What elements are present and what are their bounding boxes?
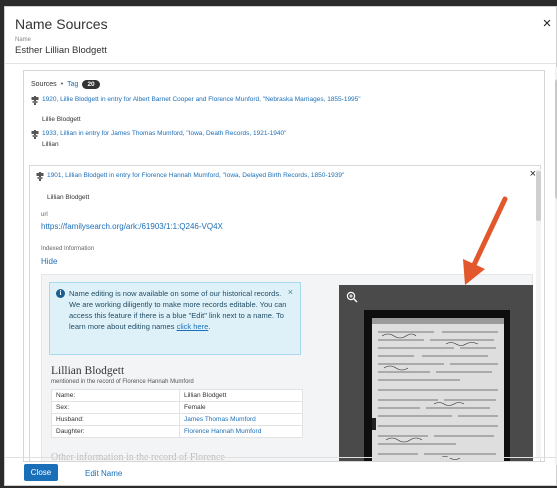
hide-link[interactable]: Hide <box>41 257 57 266</box>
husband-link[interactable]: James Thomas Mumford <box>179 413 303 426</box>
detail-value: Lillian Blodgett <box>179 389 303 402</box>
source-pin-icon <box>36 172 44 181</box>
sources-label: Sources <box>31 81 57 88</box>
source-pin-icon <box>31 96 39 105</box>
tag-link[interactable]: Tag <box>67 81 78 88</box>
person-details-table: Name: Lillian Blodgett Sex: Female Husba… <box>51 389 303 438</box>
detail-key: Sex: <box>51 401 180 414</box>
daughter-link[interactable]: Florence Hannah Mumford <box>179 425 303 438</box>
record-image-viewer[interactable] <box>339 285 533 461</box>
zoom-in-icon[interactable] <box>346 291 358 303</box>
name-label: Name <box>15 37 32 43</box>
tag-count-badge: 20 <box>82 80 100 89</box>
url-label: url <box>41 212 48 218</box>
dialog-title: Name Sources <box>15 16 108 32</box>
record-image <box>364 310 510 461</box>
source-title-link[interactable]: 1933, Lillian in entry for James Thomas … <box>42 130 382 138</box>
edit-name-button[interactable]: Edit Name <box>85 469 122 478</box>
source-title-link[interactable]: 1901, Lillian Blodgett in entry for Flor… <box>47 172 367 180</box>
person-name: Lillian Blodgett <box>51 365 125 377</box>
panel-scrollbar[interactable] <box>536 169 541 459</box>
annotation-arrow-icon <box>463 196 508 285</box>
source-item[interactable]: 1920, Lillie Blodgett in entry for Alber… <box>31 96 371 126</box>
info-icon: i <box>56 289 65 298</box>
header-divider <box>5 63 556 64</box>
detail-key: Husband: <box>51 413 180 426</box>
indexed-record-area: i × Name editing is now available on som… <box>41 274 533 461</box>
detail-value: Female <box>179 401 303 414</box>
info-banner: i × Name editing is now available on som… <box>49 282 301 355</box>
source-name: Lillian <box>42 141 59 148</box>
detail-key: Name: <box>51 389 180 402</box>
close-button[interactable]: Close <box>24 464 58 481</box>
table-row: Name: Lillian Blodgett <box>51 389 303 402</box>
info-banner-text: Name editing is now available on some of… <box>69 288 291 332</box>
source-item[interactable]: 1933, Lillian in entry for James Thomas … <box>31 130 371 152</box>
panel-scrollbar-thumb[interactable] <box>536 171 541 221</box>
person-subtitle: mentioned in the record of Florence Hann… <box>51 379 194 385</box>
footer-divider <box>5 457 556 458</box>
indexed-information-label: Indexed Information <box>41 246 95 252</box>
name-value: Esther Lillian Blodgett <box>15 45 107 56</box>
sources-header: Sources • Tag 20 <box>31 80 100 89</box>
table-row: Husband: James Thomas Mumford <box>51 413 303 426</box>
source-name: Lillian Blodgett <box>47 194 90 201</box>
detail-key: Daughter: <box>51 425 180 438</box>
info-suffix: . <box>208 322 211 331</box>
close-icon[interactable]: × <box>540 16 554 31</box>
url-link[interactable]: https://familysearch.org/ark:/61903/1:1:… <box>41 222 223 231</box>
separator: • <box>60 81 64 88</box>
source-name: Lillie Blodgett <box>42 116 81 123</box>
source-item[interactable]: 1901, Lillian Blodgett in entry for Flor… <box>36 172 376 206</box>
table-row: Sex: Female <box>51 401 303 414</box>
source-pin-icon <box>31 130 39 139</box>
source-title-link[interactable]: 1920, Lillie Blodgett in entry for Alber… <box>42 96 362 104</box>
table-row: Daughter: Florence Hannah Mumford <box>51 425 303 438</box>
click-here-link[interactable]: click here <box>177 322 209 331</box>
